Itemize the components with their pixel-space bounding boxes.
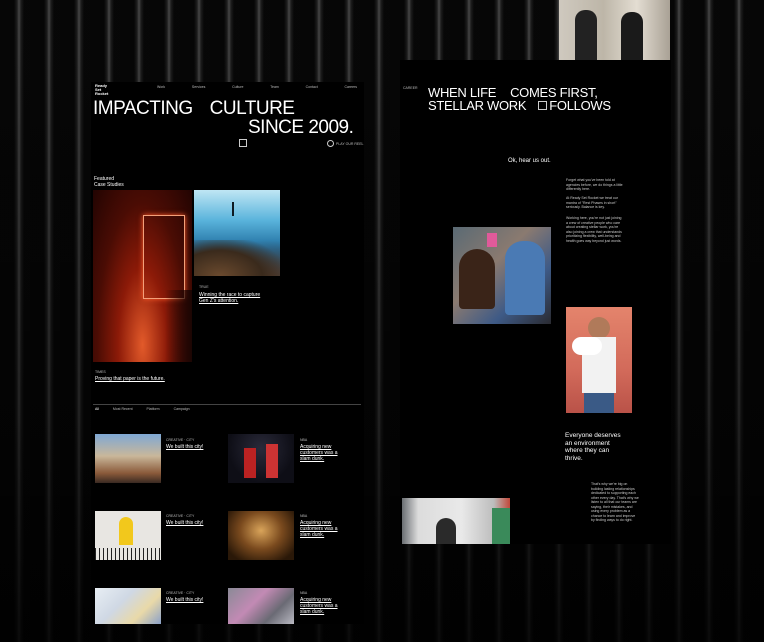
menu-square-icon[interactable] (239, 139, 247, 147)
grid-link[interactable]: We built this city! (166, 597, 216, 603)
grid-image-yellow-door[interactable] (95, 511, 161, 560)
person-shape (575, 10, 597, 60)
nav-item-culture[interactable]: Culture (232, 85, 243, 89)
featured-line: Case Studies (94, 182, 124, 188)
intro-paragraph: At Ready Set Rocket we treat our mantra … (566, 196, 618, 209)
intro-paragraph: Working here, you're not just joining a … (566, 216, 622, 243)
filter-campaign[interactable]: Campaign (174, 407, 190, 411)
door-shape (119, 517, 133, 545)
railing-shape (95, 548, 161, 560)
person-shape (621, 12, 643, 60)
featured-heading: Featured Case Studies (94, 176, 124, 188)
wall-panel (492, 508, 510, 544)
photo-office-meeting (402, 498, 510, 544)
grid-tag: NBA (300, 438, 308, 442)
hero-title-line1: IMPACTING CULTURE (93, 98, 295, 119)
grid-link[interactable]: We built this city! (166, 520, 216, 526)
careers-headline-line2: STELLAR WORK FOLLOWS (428, 99, 611, 112)
grid-image-food-table[interactable] (95, 588, 161, 624)
grid-link[interactable]: Acquiring new customers was a slam dunk. (300, 520, 344, 538)
play-icon (327, 140, 334, 147)
player-shape (244, 448, 256, 478)
grid-tag: NBA (300, 591, 308, 595)
section-label: CAREER (403, 86, 418, 90)
hear-us-out: Ok, hear us out. (508, 158, 551, 164)
grid-tag: CREATIVE · CITY (166, 591, 195, 595)
case-image-neon-sign[interactable] (93, 190, 192, 362)
person-shape (588, 317, 610, 339)
grid-image-basketball[interactable] (228, 434, 294, 483)
nav-item-contact[interactable]: Contact (306, 85, 318, 89)
headline-word: FOLLOWS (549, 98, 611, 113)
photo-man-with-dog (566, 307, 632, 413)
player-shape (266, 444, 278, 478)
play-reel-button[interactable]: PLAY OUR REEL (327, 140, 364, 147)
play-label: PLAY OUR REEL (336, 141, 364, 146)
brand-line: Rocket (95, 91, 109, 96)
grid-link[interactable]: Acquiring new customers was a slam dunk. (300, 444, 344, 462)
nav-item-careers[interactable]: Careers (345, 85, 357, 89)
main-nav: Work Services Culture Team Contact Caree… (157, 85, 357, 89)
person-shape (436, 518, 456, 544)
hero-title-line2: SINCE 2009. (248, 117, 354, 138)
nav-item-team[interactable]: Team (270, 85, 279, 89)
filter-platform[interactable]: Platform (147, 407, 160, 411)
diver-shape (232, 202, 234, 216)
headline-word: STELLAR WORK (428, 98, 527, 113)
brand-logo[interactable]: Ready Set Rocket (95, 84, 108, 96)
hero-word: CULTURE (209, 98, 295, 119)
case1-link[interactable]: Winning the race to capture Gen Z's atte… (199, 292, 267, 304)
grid-image-city-street[interactable] (95, 434, 161, 483)
hero-word: IMPACTING (93, 98, 193, 119)
nav-item-work[interactable]: Work (157, 85, 165, 89)
case2-tag: TIMES (95, 370, 106, 374)
shadow-shape (165, 290, 192, 362)
filter-bar: All Most Recent Platform Campaign (95, 407, 190, 411)
grid-image-graffiti[interactable] (228, 588, 294, 624)
case-image-underwater[interactable] (194, 190, 280, 276)
intro-paragraph: Forget what you've been told at agencies… (566, 178, 623, 191)
headline-square-icon (538, 101, 548, 110)
nav-item-services[interactable]: Services (192, 85, 205, 89)
neon-sign-block (143, 215, 185, 299)
person-shape (584, 393, 614, 413)
reef-shape (194, 240, 280, 276)
careers-panel: CAREER WHEN LIFE COMES FIRST, STELLAR WOR… (400, 60, 671, 544)
grid-link[interactable]: We built this city! (166, 444, 216, 450)
grid-tag: NBA (300, 514, 308, 518)
person-shape (505, 241, 545, 315)
grid-tag: CREATIVE · CITY (166, 514, 195, 518)
grid-image-concert-hall[interactable] (228, 511, 294, 560)
dog-shape (572, 337, 602, 355)
everyone-deserves: Everyone deserves an environment where t… (565, 432, 621, 462)
filter-all[interactable]: All (95, 407, 99, 411)
grid-tag: CREATIVE · CITY (166, 438, 195, 442)
case2-link[interactable]: Proving that paper is the future. (95, 376, 165, 382)
homepage-panel: Ready Set Rocket Work Services Culture T… (91, 82, 364, 624)
person-shape (459, 249, 495, 309)
closing-paragraph: That's why we're big on building lasting… (591, 482, 639, 522)
grid-link[interactable]: Acquiring new customers was a slam dunk. (300, 597, 344, 615)
filter-most-recent[interactable]: Most Recent (113, 407, 133, 411)
divider (93, 404, 361, 405)
pink-frame (487, 233, 497, 247)
case1-tag: TRUE (199, 285, 209, 289)
photo-team-chat (453, 227, 551, 324)
photo-office-women (559, 0, 670, 60)
